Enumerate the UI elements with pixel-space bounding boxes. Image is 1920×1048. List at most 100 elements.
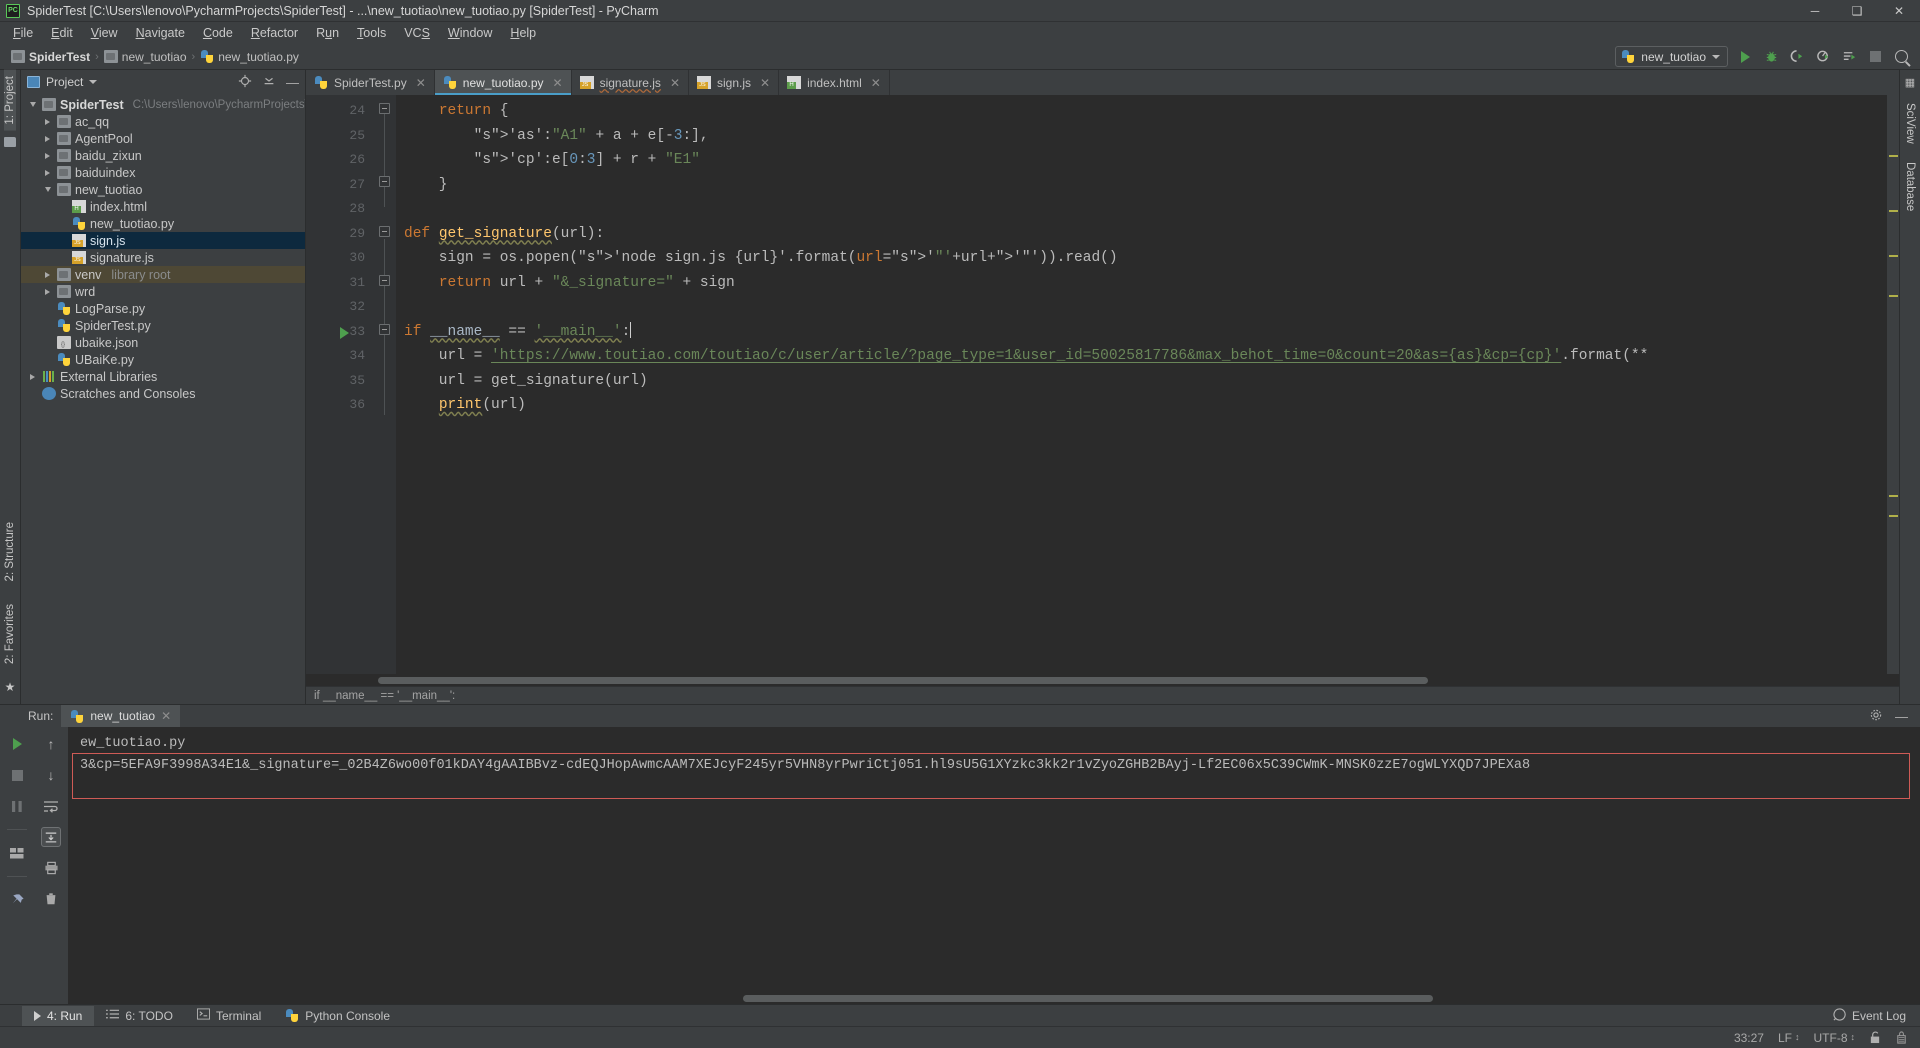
event-log-area[interactable]: Event Log [1833,1007,1920,1024]
tree-node-external-libraries[interactable]: External Libraries [21,368,305,385]
editor-tabs[interactable]: SpiderTest.py✕new_tuotiao.py✕signature.j… [306,70,1899,95]
chevron-down-icon[interactable] [27,102,38,107]
editor-tab-index-html[interactable]: index.html ✕ [779,70,890,95]
clear-all-icon[interactable] [41,889,61,909]
pin-icon[interactable] [7,890,27,910]
gear-icon[interactable] [1869,708,1883,725]
menu-run[interactable]: Run [307,23,348,43]
run-tab[interactable]: new_tuotiao ✕ [61,705,181,727]
tree-node-baidu-zixun[interactable]: baidu_zixun [21,147,305,164]
menu-edit[interactable]: Edit [42,23,82,43]
code-line[interactable]: } [396,173,1887,198]
code-line[interactable]: return url + "&_signature=" + sign [396,271,1887,296]
minimize-button[interactable]: ─ [1794,0,1836,22]
code-line[interactable]: print(url) [396,393,1887,418]
scroll-down-icon[interactable]: ↓ [41,765,61,785]
close-icon[interactable]: ✕ [760,76,770,90]
pause-button[interactable] [7,796,27,816]
line-number[interactable]: 25 [306,124,374,149]
breadcrumb-folder[interactable]: new_tuotiao [101,50,190,64]
run-line-marker-icon[interactable] [340,326,349,339]
close-icon[interactable]: ✕ [161,709,171,723]
line-separator[interactable]: LF ↕ [1778,1031,1800,1045]
tree-node-new-tuotiao-py[interactable]: new_tuotiao.py [21,215,305,232]
editor-tab-spidertest-py[interactable]: SpiderTest.py ✕ [306,70,435,95]
search-icon[interactable] [1893,48,1910,65]
debug-button[interactable] [1763,48,1780,65]
stop-button[interactable] [7,765,27,785]
line-number-gutter[interactable]: 24 25 26 27 28 29 30 31 32 33 34 35 36 [306,95,374,674]
lock-icon[interactable] [1869,1031,1881,1044]
tree-node-spidertest[interactable]: SpiderTest C:\Users\lenovo\PycharmProject… [21,96,305,113]
menu-tools[interactable]: Tools [348,23,395,43]
collapse-all-icon[interactable] [262,74,276,91]
tool-tab-terminal[interactable]: Terminal [185,1005,273,1026]
line-number[interactable]: 24 [306,99,374,124]
line-number[interactable]: 33 [306,320,374,345]
editor-horizontal-scrollbar[interactable] [306,674,1899,686]
tree-node-index-html[interactable]: index.html [21,198,305,215]
folder-icon[interactable] [4,136,16,147]
code-line[interactable] [396,197,1887,222]
console-line-link[interactable]: 3&cp=5EFA9F3998A34E1&_signature=_02B4Z6w… [76,755,1920,777]
chevron-right-icon[interactable] [42,135,53,142]
tree-node-baiduindex[interactable]: baiduindex [21,164,305,181]
error-marker-strip[interactable] [1887,95,1899,674]
chevron-right-icon[interactable] [27,373,38,380]
line-number[interactable]: 35 [306,369,374,394]
code-line[interactable]: if __name__ == '__main__': [396,320,1887,345]
breadcrumb-project[interactable]: SpiderTest [8,50,93,64]
profile-button[interactable] [1815,48,1832,65]
editor-tab-new-tuotiao-py[interactable]: new_tuotiao.py ✕ [434,70,572,95]
code-line[interactable]: "s">'as':"A1" + a + e[-3:], [396,124,1887,149]
line-number[interactable]: 36 [306,393,374,418]
layout-button[interactable] [7,843,27,863]
chevron-right-icon[interactable] [42,288,53,295]
close-icon[interactable]: ✕ [416,76,426,90]
line-number[interactable]: 30 [306,246,374,271]
sidebar-item-project[interactable]: 1: Project [4,70,16,131]
print-icon[interactable] [41,858,61,878]
tree-node-sign-js[interactable]: sign.js [21,232,305,249]
chevron-right-icon[interactable] [42,118,53,125]
close-icon[interactable]: ✕ [553,76,563,90]
menu-vcs[interactable]: VCS [395,23,439,43]
project-tree[interactable]: SpiderTest C:\Users\lenovo\PycharmProject… [21,94,305,704]
console-output[interactable]: ew_tuotiao.py 3&cp=5EFA9F3998A34E1&_sign… [68,727,1920,1004]
chevron-right-icon[interactable] [42,271,53,278]
line-number[interactable]: 32 [306,295,374,320]
tree-node-ubaike-py[interactable]: UBaiKe.py [21,351,305,368]
stop-button[interactable] [1867,48,1884,65]
code-folding-gutter[interactable] [374,95,396,674]
sidebar-item-structure[interactable]: 2: Structure [4,516,16,587]
tree-node-new-tuotiao[interactable]: new_tuotiao [21,181,305,198]
hide-panel-icon[interactable]: — [1895,709,1908,724]
code-line[interactable]: return { [396,99,1887,124]
code-line[interactable]: url = get_signature(url) [396,369,1887,394]
target-icon[interactable] [238,74,252,91]
code-line[interactable] [396,295,1887,320]
code-line[interactable]: "s">'cp':e[0:3] + r + "E1" [396,148,1887,173]
line-number[interactable]: 34 [306,344,374,369]
menu-view[interactable]: View [82,23,127,43]
menu-code[interactable]: Code [194,23,242,43]
soft-wrap-icon[interactable] [41,796,61,816]
tree-node-wrd[interactable]: wrd [21,283,305,300]
code-line[interactable]: url = 'https://www.toutiao.com/toutiao/c… [396,344,1887,369]
editor-tab-sign-js[interactable]: sign.js ✕ [689,70,780,95]
tree-node-venv[interactable]: venv library root [21,266,305,283]
tree-node-ac-qq[interactable]: ac_qq [21,113,305,130]
console-horizontal-scrollbar[interactable] [68,994,1920,1003]
rerun-button[interactable] [7,734,27,754]
tree-node-signature-js[interactable]: signature.js [21,249,305,266]
hide-panel-icon[interactable]: — [286,75,299,90]
line-number[interactable]: 29 [306,222,374,247]
grid-icon[interactable]: ▦ [1905,76,1915,89]
file-encoding[interactable]: UTF-8 ↕ [1814,1031,1856,1045]
close-icon[interactable]: ✕ [670,76,680,90]
caret-position[interactable]: 33:27 [1734,1031,1764,1045]
chevron-down-icon[interactable] [42,187,53,192]
menu-refactor[interactable]: Refactor [242,23,307,43]
run-configuration-selector[interactable]: new_tuotiao [1615,46,1728,67]
chevron-right-icon[interactable] [42,152,53,159]
